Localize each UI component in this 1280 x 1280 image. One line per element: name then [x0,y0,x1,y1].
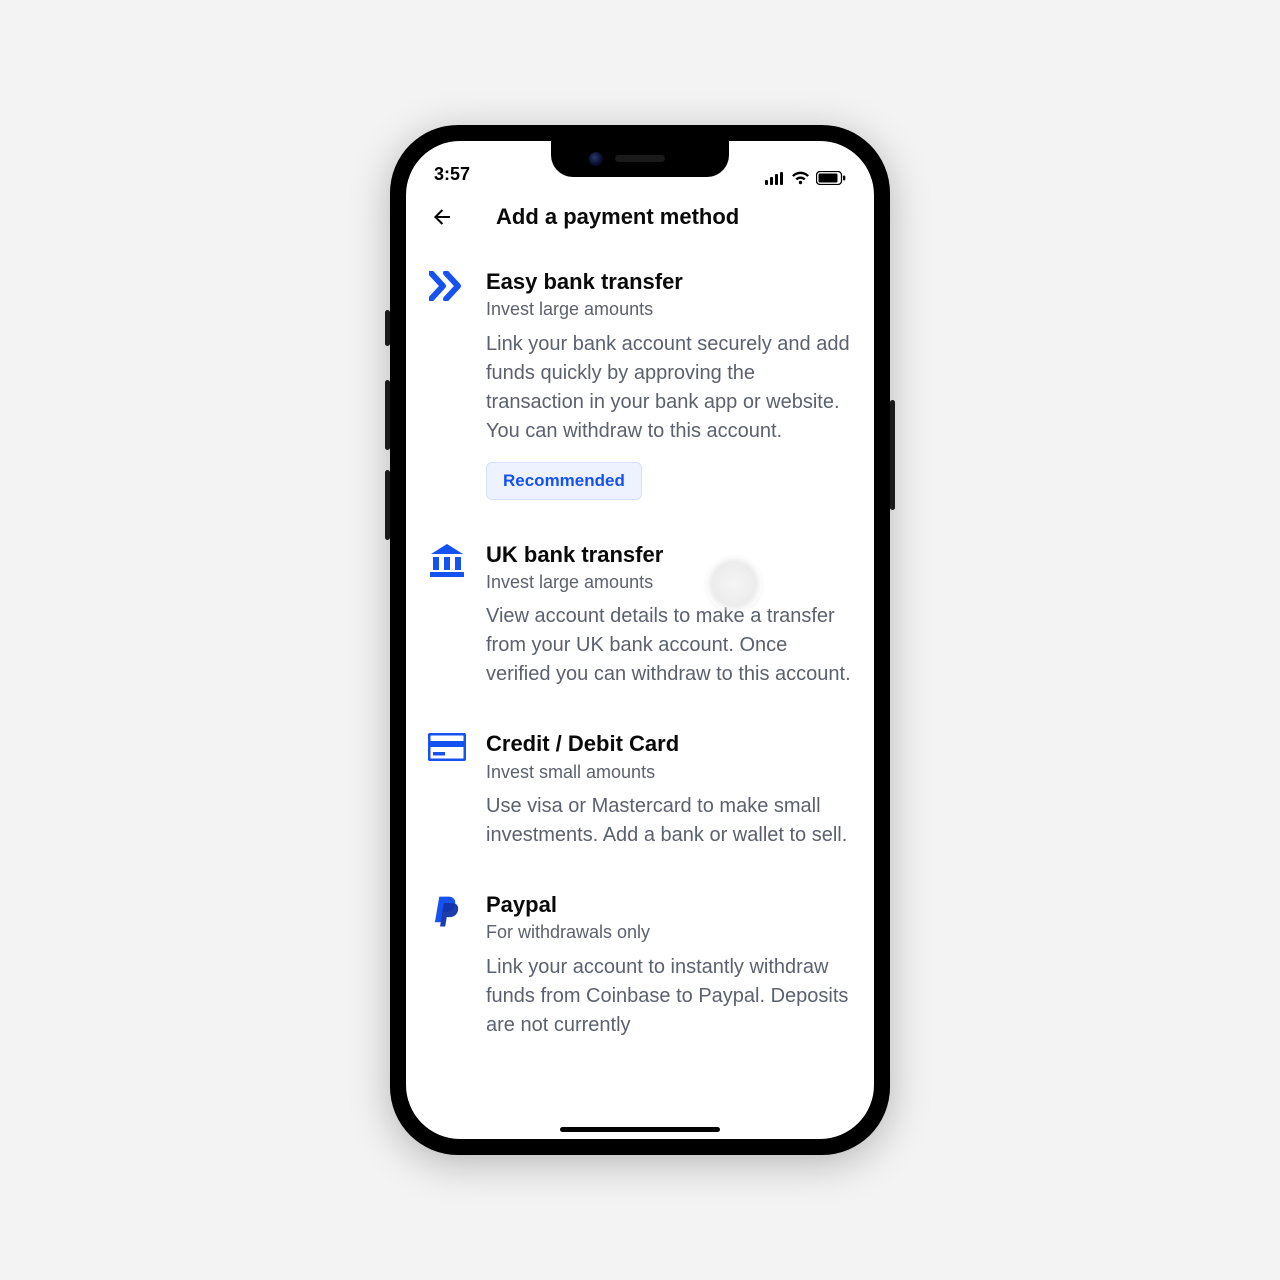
method-description: View account details to make a transfer … [486,602,852,689]
side-button-vol-up [385,380,390,450]
payment-methods-list: Easy bank transfer Invest large amounts … [406,241,874,1129]
screen: 3:57 [406,141,874,1139]
method-description: Link your account to instantly withdraw … [486,953,852,1040]
method-texts: Credit / Debit Card Invest small amounts… [486,731,852,850]
method-easy-bank-transfer[interactable]: Easy bank transfer Invest large amounts … [426,251,852,524]
method-credit-debit-card[interactable]: Credit / Debit Card Invest small amounts… [426,713,852,874]
front-camera [589,152,603,166]
recommended-badge: Recommended [486,462,642,500]
method-subtitle: For withdrawals only [486,921,852,944]
method-texts: UK bank transfer Invest large amounts Vi… [486,542,852,690]
phone-frame: 3:57 [390,125,890,1155]
earpiece-speaker [615,155,665,162]
paypal-icon [426,892,468,934]
side-button-power [890,400,895,510]
method-title: Credit / Debit Card [486,731,852,756]
wifi-icon [791,171,810,185]
card-icon [426,731,468,773]
status-indicators [765,171,846,185]
status-time: 3:57 [434,164,470,185]
method-title: UK bank transfer [486,542,852,567]
battery-icon [816,171,846,185]
method-texts: Easy bank transfer Invest large amounts … [486,269,852,500]
page-title: Add a payment method [496,204,852,230]
notch [551,141,729,177]
method-subtitle: Invest small amounts [486,761,852,784]
arrow-left-icon [430,205,454,229]
back-button[interactable] [428,203,456,231]
nav-header: Add a payment method [406,189,874,241]
method-texts: Paypal For withdrawals only Link your ac… [486,892,852,1040]
cellular-icon [765,172,785,185]
method-title: Easy bank transfer [486,269,852,294]
chevrons-right-icon [426,269,468,311]
home-indicator[interactable] [560,1127,720,1132]
bank-icon [426,542,468,584]
method-uk-bank-transfer[interactable]: UK bank transfer Invest large amounts Vi… [426,524,852,714]
side-button-silence [385,310,390,346]
method-title: Paypal [486,892,852,917]
method-description: Use visa or Mastercard to make small inv… [486,792,852,850]
method-subtitle: Invest large amounts [486,298,852,321]
side-button-vol-down [385,470,390,540]
method-description: Link your bank account securely and add … [486,330,852,446]
method-paypal[interactable]: Paypal For withdrawals only Link your ac… [426,874,852,1064]
method-subtitle: Invest large amounts [486,571,852,594]
